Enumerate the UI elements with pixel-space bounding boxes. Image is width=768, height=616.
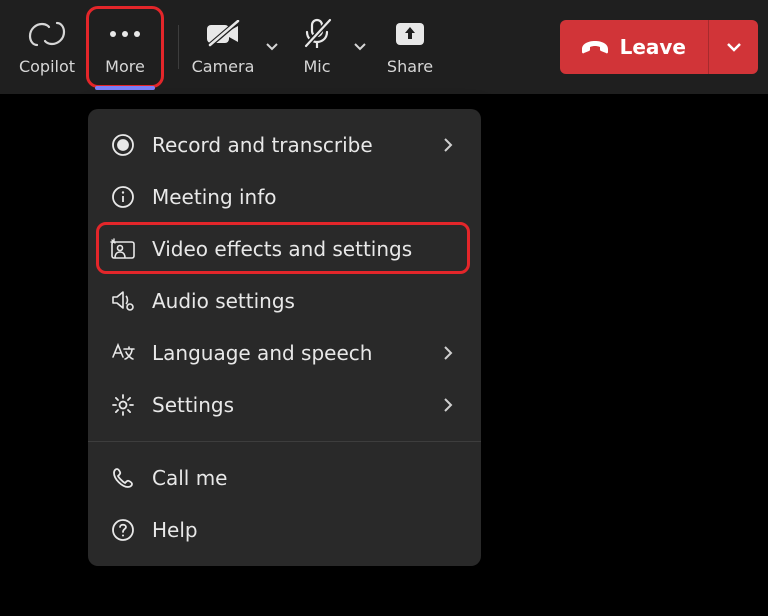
- audio-settings-icon: [110, 288, 136, 314]
- mic-label: Mic: [303, 57, 330, 76]
- menu-divider: [88, 441, 481, 442]
- copilot-button[interactable]: Copilot: [10, 8, 84, 86]
- mic-caret-button[interactable]: [347, 8, 373, 86]
- leave-button[interactable]: Leave: [560, 20, 708, 74]
- chevron-down-icon: [265, 42, 279, 52]
- leave-caret-button[interactable]: [708, 20, 758, 74]
- chevron-right-icon: [443, 137, 459, 153]
- menu-item-record-transcribe[interactable]: Record and transcribe: [88, 119, 481, 171]
- more-dropdown-menu: Record and transcribe Meeting info Video…: [88, 109, 481, 566]
- help-icon: [110, 517, 136, 543]
- info-icon: [110, 184, 136, 210]
- camera-caret-button[interactable]: [259, 8, 285, 86]
- copilot-label: Copilot: [19, 57, 75, 76]
- menu-item-language-speech[interactable]: Language and speech: [88, 327, 481, 379]
- more-button[interactable]: More: [86, 6, 164, 88]
- chevron-down-icon: [353, 42, 367, 52]
- menu-label: Help: [152, 518, 427, 542]
- meeting-toolbar: Copilot More Camera: [0, 0, 768, 94]
- chevron-right-icon: [443, 397, 459, 413]
- menu-label: Settings: [152, 393, 427, 417]
- leave-button-group: Leave: [560, 20, 758, 74]
- menu-label: Record and transcribe: [152, 133, 427, 157]
- video-effects-icon: [110, 236, 136, 262]
- camera-button[interactable]: Camera: [187, 8, 259, 86]
- record-icon: [110, 132, 136, 158]
- menu-label: Video effects and settings: [152, 237, 427, 261]
- hangup-icon: [580, 38, 610, 56]
- share-label: Share: [387, 57, 433, 76]
- menu-item-audio-settings[interactable]: Audio settings: [88, 275, 481, 327]
- language-icon: [110, 340, 136, 366]
- gear-icon: [110, 392, 136, 418]
- toolbar-divider: [178, 25, 179, 69]
- menu-item-meeting-info[interactable]: Meeting info: [88, 171, 481, 223]
- menu-label: Call me: [152, 466, 427, 490]
- chevron-right-icon: [443, 345, 459, 361]
- mic-button[interactable]: Mic: [287, 8, 347, 86]
- camera-label: Camera: [192, 57, 255, 76]
- copilot-icon: [27, 19, 67, 49]
- menu-label: Meeting info: [152, 185, 427, 209]
- phone-icon: [110, 465, 136, 491]
- leave-label: Leave: [620, 35, 686, 59]
- chevron-down-icon: [725, 41, 743, 53]
- camera-off-icon: [205, 19, 241, 49]
- menu-label: Audio settings: [152, 289, 427, 313]
- share-button[interactable]: Share: [375, 8, 445, 86]
- menu-item-video-effects[interactable]: Video effects and settings: [88, 223, 481, 275]
- more-icon: [108, 19, 142, 49]
- menu-item-help[interactable]: Help: [88, 504, 481, 556]
- menu-label: Language and speech: [152, 341, 427, 365]
- menu-item-settings[interactable]: Settings: [88, 379, 481, 431]
- share-icon: [394, 19, 426, 49]
- mic-off-icon: [302, 19, 332, 49]
- more-label: More: [105, 57, 145, 76]
- menu-item-call-me[interactable]: Call me: [88, 452, 481, 504]
